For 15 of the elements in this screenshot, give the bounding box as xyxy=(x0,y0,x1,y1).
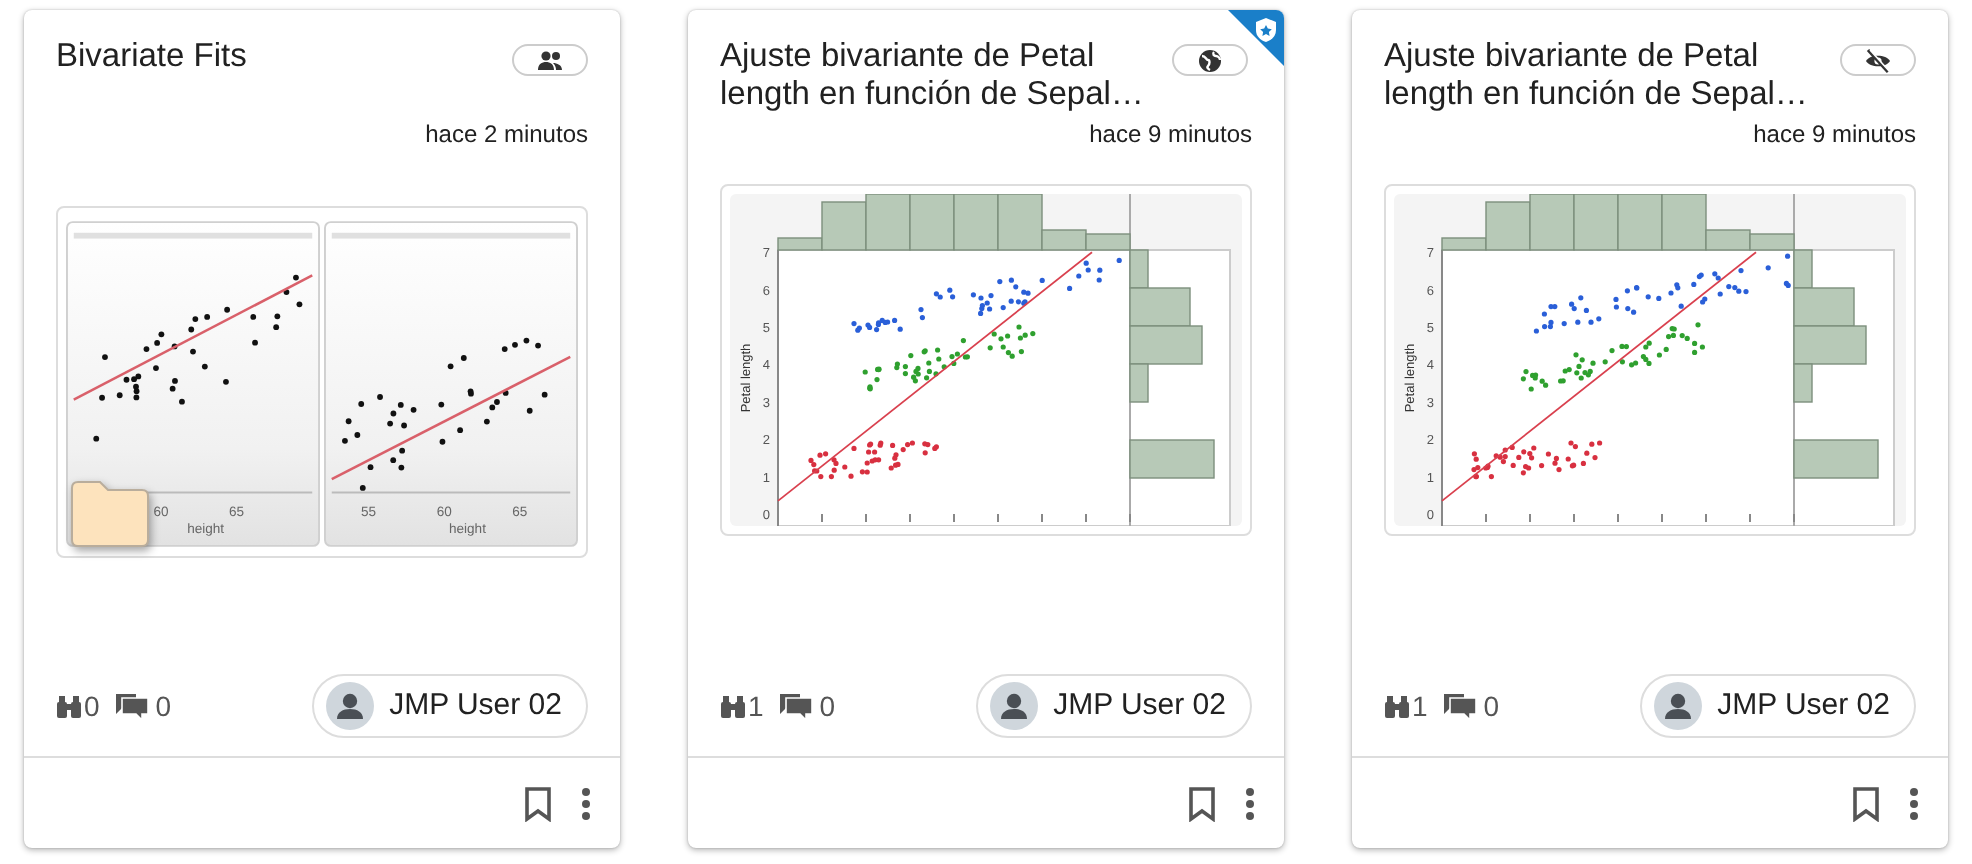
view-count: 0 xyxy=(84,687,100,725)
timestamp: hace 2 minutos xyxy=(423,120,588,150)
card-title[interactable]: Ajuste bivariante de Petal length en función de Sepal… xyxy=(1384,38,1840,114)
user-chip[interactable]: JMP User 02 xyxy=(1639,674,1916,738)
card-title[interactable]: Bivariate Fits xyxy=(56,38,247,76)
user-chip[interactable]: JMP User 02 xyxy=(975,674,1252,738)
timestamp: hace 9 minutos xyxy=(1751,120,1916,150)
comment-count: 0 xyxy=(819,687,836,725)
timestamp: hace 9 minutos xyxy=(1087,120,1252,150)
comment-count: 0 xyxy=(1483,687,1500,725)
user-chip[interactable]: JMP User 02 xyxy=(311,674,588,738)
view-count: 1 xyxy=(748,687,764,725)
comment-count: 0 xyxy=(155,687,172,725)
view-count: 1 xyxy=(1412,687,1428,725)
card-title[interactable]: Ajuste bivariante de Petal length en función de Sepal… xyxy=(720,38,1172,114)
